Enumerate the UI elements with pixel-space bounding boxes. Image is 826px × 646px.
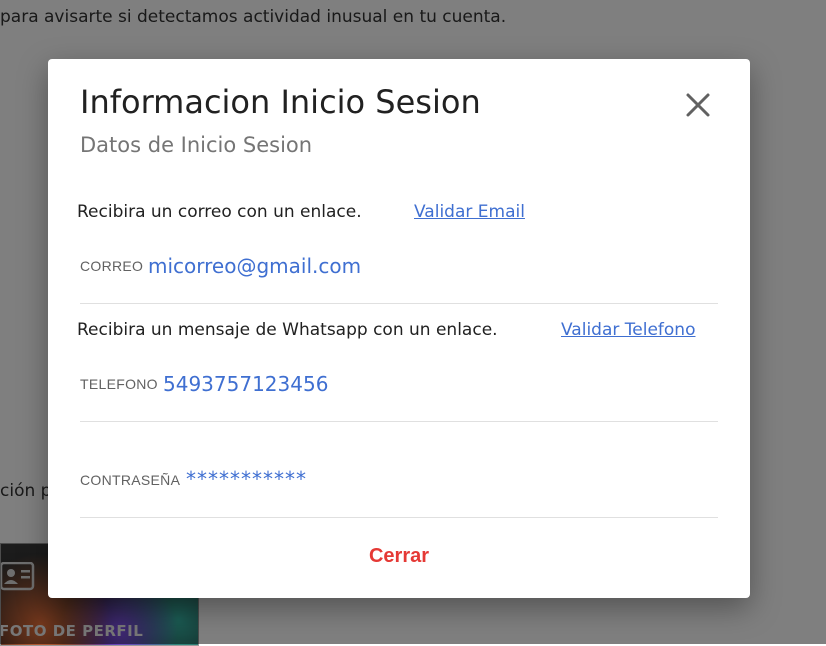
validate-email-link[interactable]: Validar Email [414,202,525,222]
login-info-dialog: Informacion Inicio Sesion Datos de Inici… [48,59,750,598]
password-field-value: *********** [186,467,307,491]
dialog-title: Informacion Inicio Sesion [80,83,481,121]
phone-field-label: TELEFONO [80,376,158,392]
password-field-label: CONTRASEÑA [80,472,181,488]
divider [80,303,718,304]
email-field-label: CORREO [80,258,144,274]
divider [80,421,718,422]
dialog-subtitle: Datos de Inicio Sesion [80,133,313,157]
divider [80,517,718,518]
email-field-value: micorreo@gmail.com [148,254,362,278]
phone-field-value: 5493757123456 [163,372,329,396]
close-dialog-button[interactable]: Cerrar [338,536,460,576]
close-button[interactable] [680,87,716,123]
phone-validation-description: Recibira un mensaje de Whatsapp con un e… [77,320,498,340]
close-icon [680,87,716,123]
email-validation-description: Recibira un correo con un enlace. [77,202,362,222]
validate-phone-link[interactable]: Validar Telefono [561,320,695,340]
